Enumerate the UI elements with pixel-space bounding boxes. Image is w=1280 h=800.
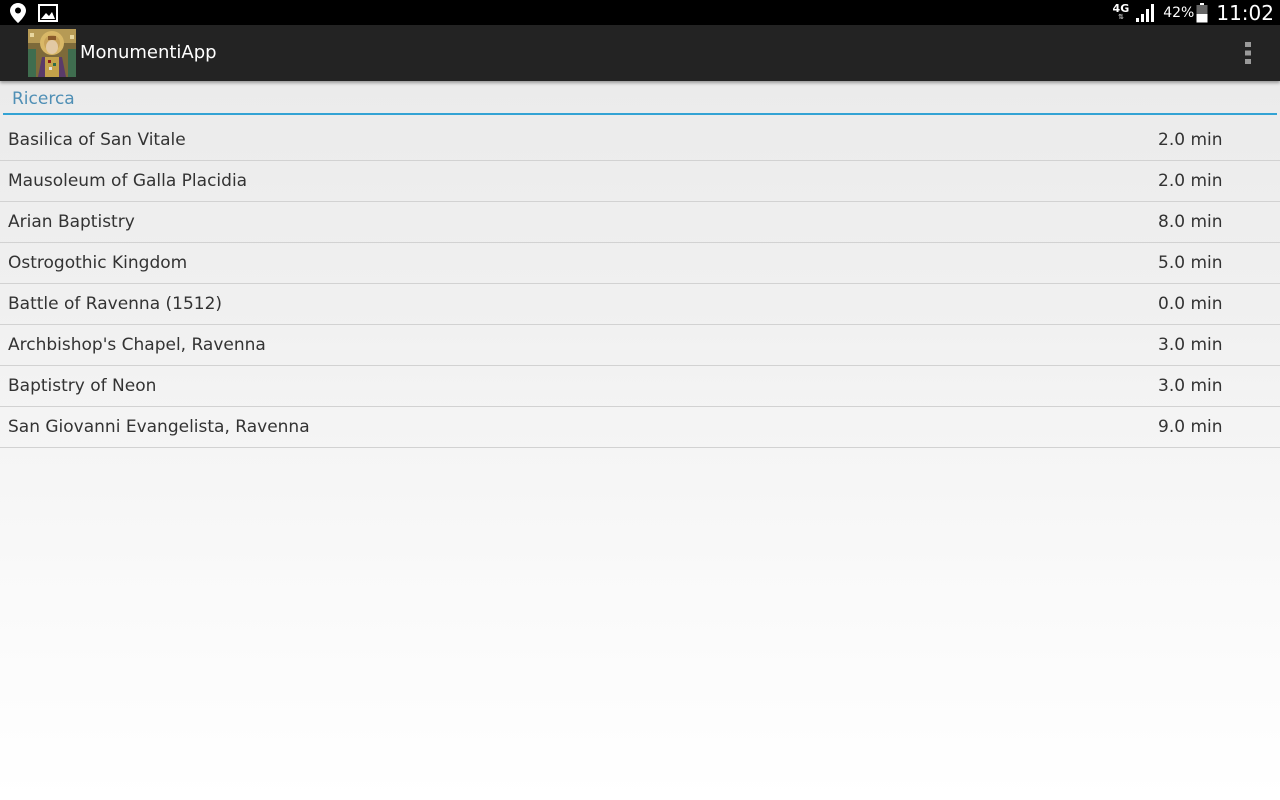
monument-name: Baptistry of Neon: [8, 376, 157, 396]
monument-name: Archbishop's Chapel, Ravenna: [8, 335, 266, 355]
action-bar: MonumentiApp: [0, 25, 1280, 81]
monument-time: 2.0 min: [1158, 130, 1223, 150]
monument-name: Mausoleum of Galla Placidia: [8, 171, 248, 191]
monument-name: Arian Baptistry: [8, 212, 135, 232]
list-item[interactable]: Mausoleum of Galla Placidia 2.0 min: [0, 161, 1280, 202]
list-item[interactable]: Baptistry of Neon 3.0 min: [0, 366, 1280, 407]
list-item[interactable]: Arian Baptistry 8.0 min: [0, 202, 1280, 243]
network-type-indicator: 4G ⇅: [1113, 3, 1130, 21]
monument-time: 0.0 min: [1158, 294, 1223, 314]
list-item[interactable]: Archbishop's Chapel, Ravenna 3.0 min: [0, 325, 1280, 366]
list-item[interactable]: Battle of Ravenna (1512) 0.0 min: [0, 284, 1280, 325]
mosaic-portrait-icon[interactable]: [28, 29, 76, 77]
image-icon: [38, 4, 58, 22]
search-container: [3, 84, 1277, 116]
monument-list: Basilica of San Vitale 2.0 min Mausoleum…: [0, 120, 1280, 448]
monument-time: 8.0 min: [1158, 212, 1223, 232]
status-system: 4G ⇅ 42% 11:02: [1113, 0, 1274, 25]
battery-percent: 42%: [1163, 4, 1195, 21]
status-clock: 11:02: [1216, 0, 1274, 25]
monument-time: 3.0 min: [1158, 335, 1223, 355]
monument-time: 9.0 min: [1158, 417, 1223, 437]
monument-name: Basilica of San Vitale: [8, 130, 186, 150]
monument-name: Battle of Ravenna (1512): [8, 294, 223, 314]
search-input[interactable]: [3, 84, 1277, 115]
monument-time: 5.0 min: [1158, 253, 1223, 273]
list-item[interactable]: San Giovanni Evangelista, Ravenna 9.0 mi…: [0, 407, 1280, 448]
overflow-menu-button[interactable]: [1236, 25, 1260, 81]
overflow-menu-icon: [1245, 42, 1251, 64]
status-notifications: [10, 3, 58, 23]
signal-icon: [1136, 3, 1155, 22]
app-title: MonumentiApp: [80, 42, 217, 63]
status-bar: 4G ⇅ 42% 11:02: [0, 0, 1280, 25]
location-icon: [10, 3, 26, 23]
list-item[interactable]: Ostrogothic Kingdom 5.0 min: [0, 243, 1280, 284]
monument-time: 3.0 min: [1158, 376, 1223, 396]
monument-name: San Giovanni Evangelista, Ravenna: [8, 417, 310, 437]
battery-icon: [1196, 2, 1208, 22]
data-activity-icon: ⇅: [1117, 12, 1124, 21]
monument-name: Ostrogothic Kingdom: [8, 253, 188, 273]
monument-time: 2.0 min: [1158, 171, 1223, 191]
list-item[interactable]: Basilica of San Vitale 2.0 min: [0, 120, 1280, 161]
